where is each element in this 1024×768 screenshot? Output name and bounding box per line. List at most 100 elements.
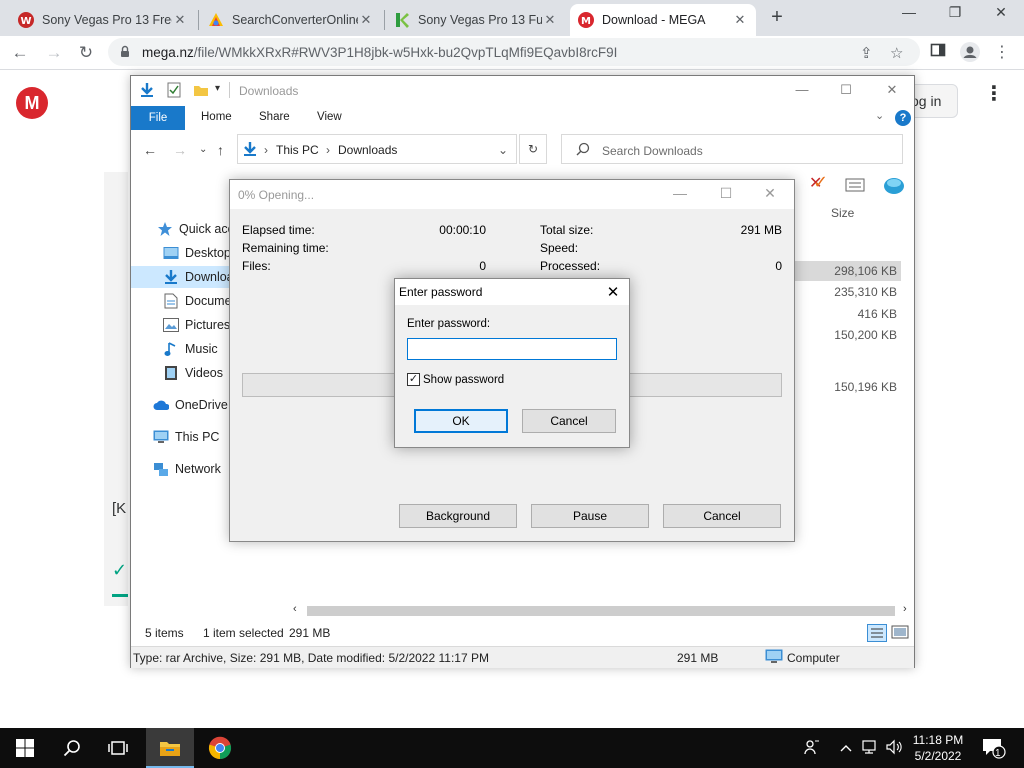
new-tab-button[interactable]: + xyxy=(766,6,788,28)
speed-label: Speed: xyxy=(540,241,579,255)
file-size-cell[interactable]: 150,196 KB xyxy=(793,377,901,397)
cancel-button[interactable]: Cancel xyxy=(522,409,616,433)
title-divider xyxy=(229,82,230,98)
customize-toolbar-icon[interactable]: ▾ xyxy=(215,83,220,94)
pictures-icon xyxy=(163,317,179,333)
properties-icon[interactable] xyxy=(167,82,181,101)
file-explorer-icon[interactable] xyxy=(158,736,182,760)
chevron-up-icon[interactable] xyxy=(840,741,852,756)
file-size-cell[interactable]: 298,106 KB xyxy=(793,261,901,281)
side-panel-icon[interactable] xyxy=(926,42,950,63)
close-icon[interactable]: ✕ xyxy=(877,82,907,98)
browser-toolbar: ← → ↻ mega.nz/file/WMkkXRxR#RWV3P1H8jbk-… xyxy=(0,36,1024,70)
mega-progress-bar xyxy=(112,594,128,597)
download-arrow-icon xyxy=(242,141,258,160)
tab-favicon-icon: W xyxy=(18,12,34,28)
minimize-icon[interactable]: — xyxy=(886,4,932,28)
explorer-search-box[interactable]: Search Downloads xyxy=(561,134,903,164)
file-size-cell[interactable]: 150,200 KB xyxy=(793,325,901,345)
share-icon[interactable]: ⇪ xyxy=(860,44,873,62)
browser-menu-icon[interactable]: ⋮ xyxy=(990,42,1014,62)
tab-mega-download[interactable]: M Download - MEGA ✕ xyxy=(570,4,756,36)
bookmark-star-icon[interactable]: ☆ xyxy=(890,44,903,62)
back-icon[interactable]: ← xyxy=(8,42,32,64)
info-icon[interactable] xyxy=(845,178,865,195)
password-input[interactable] xyxy=(407,338,617,360)
maximize-icon[interactable]: ☐ xyxy=(706,185,746,202)
tab-close-icon[interactable]: ✕ xyxy=(358,12,374,28)
notification-count: 1 xyxy=(995,748,1001,759)
show-password-label[interactable]: Show password xyxy=(423,374,504,386)
lock-icon xyxy=(120,45,130,61)
horizontal-scrollbar[interactable]: ‹ › xyxy=(293,603,913,618)
restore-icon[interactable]: ❐ xyxy=(932,4,978,28)
scrollbar-thumb[interactable] xyxy=(307,606,895,616)
mega-menu-icon[interactable]: ⋮ xyxy=(984,84,1004,104)
network-icon xyxy=(153,461,169,477)
tab-title: Download - MEGA xyxy=(602,13,706,27)
close-icon[interactable]: ✕ xyxy=(750,185,790,202)
search-icon[interactable] xyxy=(60,736,84,760)
scroll-left-icon[interactable]: ‹ xyxy=(293,603,297,615)
tab-sony-vegas-free[interactable]: W Sony Vegas Pro 13 Free ✕ xyxy=(10,4,196,36)
tab-view[interactable]: View xyxy=(317,111,342,123)
taskbar-clock[interactable]: 11:18 PM 5/2/2022 xyxy=(900,732,976,764)
minimize-icon[interactable]: — xyxy=(660,185,700,201)
up-icon[interactable]: ↑ xyxy=(217,142,224,158)
breadcrumb-downloads[interactable]: Downloads xyxy=(338,143,397,157)
back-icon[interactable]: ← xyxy=(143,142,157,158)
people-icon[interactable] xyxy=(804,739,820,758)
profile-avatar-icon[interactable] xyxy=(958,42,982,67)
network-status-icon[interactable] xyxy=(862,739,880,758)
checkmark-icon[interactable]: ✓ xyxy=(813,172,828,193)
show-password-checkbox[interactable]: ✓ xyxy=(407,373,420,386)
mega-file-card xyxy=(104,172,128,606)
file-size-cell[interactable]: 235,310 KB xyxy=(793,282,901,302)
large-icons-view-icon[interactable] xyxy=(891,624,909,643)
tab-share[interactable]: Share xyxy=(259,111,290,123)
tab-close-icon[interactable]: ✕ xyxy=(172,12,188,28)
recent-locations-icon[interactable]: ⌄ xyxy=(199,144,207,155)
close-icon[interactable]: ✕ xyxy=(978,4,1024,28)
details-view-icon[interactable] xyxy=(867,624,887,645)
tab-file[interactable]: File xyxy=(131,106,185,130)
processed-value: 0 xyxy=(775,259,782,273)
scroll-right-icon[interactable]: › xyxy=(903,603,907,615)
ok-button[interactable]: OK xyxy=(414,409,508,433)
new-folder-icon[interactable] xyxy=(193,82,209,101)
task-view-icon[interactable] xyxy=(106,736,130,760)
shell-extension-icon[interactable] xyxy=(883,175,905,198)
close-icon[interactable]: ✕ xyxy=(601,283,625,301)
background-button[interactable]: Background xyxy=(399,504,517,528)
mega-logo[interactable]: M xyxy=(16,87,48,119)
tab-close-icon[interactable]: ✕ xyxy=(732,12,748,28)
notification-icon[interactable] xyxy=(982,737,1006,762)
windows-start-icon[interactable] xyxy=(14,736,36,760)
address-dropdown-icon[interactable]: ⌄ xyxy=(498,143,508,157)
chrome-icon[interactable] xyxy=(208,736,232,760)
tab-home[interactable]: Home xyxy=(201,111,232,123)
address-bar[interactable]: mega.nz/file/WMkkXRxR#RWV3P1H8jbk-w5Hxk-… xyxy=(108,38,920,66)
forward-icon[interactable]: → xyxy=(42,42,66,64)
minimize-icon[interactable]: — xyxy=(787,82,817,97)
computer-icon xyxy=(153,429,169,445)
refresh-icon[interactable]: ↻ xyxy=(519,134,547,164)
help-icon[interactable]: ? xyxy=(895,110,911,126)
clock-time: 11:18 PM xyxy=(912,733,964,747)
file-size-cell[interactable]: 416 KB xyxy=(793,304,901,324)
pause-button[interactable]: Pause xyxy=(531,504,649,528)
reload-icon[interactable]: ↻ xyxy=(74,42,98,64)
breadcrumb-this-pc[interactable]: This PC xyxy=(276,143,319,157)
explorer-address-bar[interactable]: › This PC › Downloads ⌄ xyxy=(237,134,517,164)
tab-sony-vegas-full[interactable]: Sony Vegas Pro 13 Full ✕ xyxy=(386,4,566,36)
music-icon xyxy=(163,341,179,357)
size-column-header[interactable]: Size xyxy=(831,206,854,220)
expand-ribbon-icon[interactable]: ⌄ xyxy=(875,109,884,122)
forward-icon[interactable]: → xyxy=(173,142,187,158)
tab-close-icon[interactable]: ✕ xyxy=(542,12,558,28)
maximize-icon[interactable]: ☐ xyxy=(831,82,861,98)
tab-searchconverter[interactable]: SearchConverterOnline ✕ xyxy=(200,4,382,36)
download-arrow-icon xyxy=(139,82,155,101)
progress-cancel-button[interactable]: Cancel xyxy=(663,504,781,528)
svg-text:M: M xyxy=(581,16,591,27)
